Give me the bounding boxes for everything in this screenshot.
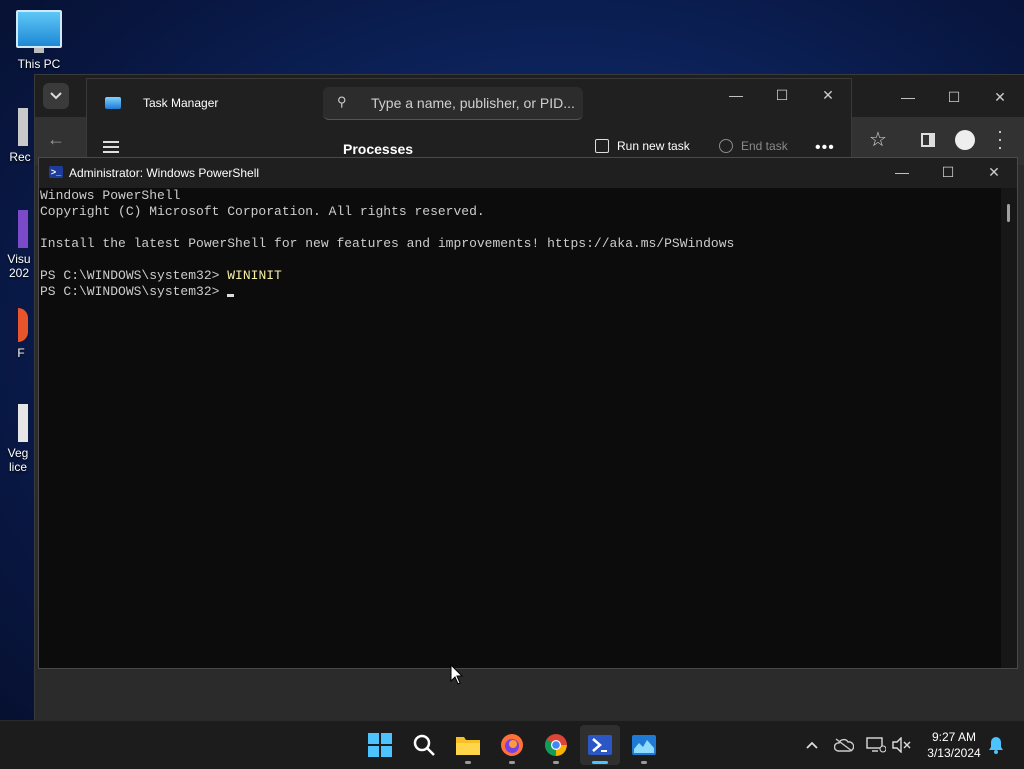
console-line: Copyright (C) Microsoft Corporation. All… — [40, 204, 485, 219]
console-line: Install the latest PowerShell for new fe… — [40, 236, 735, 251]
running-indicator — [553, 761, 559, 764]
firefox-icon — [501, 734, 523, 756]
chevron-up-icon — [806, 741, 818, 749]
hamburger-menu-icon[interactable] — [103, 141, 119, 153]
desktop-icon-label: This PC — [17, 57, 61, 71]
task-manager-search-input[interactable]: ⚲ Type a name, publisher, or PID... — [323, 87, 583, 120]
notification-bell-icon[interactable] — [984, 733, 1008, 757]
chrome-icon — [545, 734, 567, 756]
browser-menu-icon[interactable]: · · · — [997, 122, 1003, 156]
monitor-icon — [16, 10, 62, 48]
powershell-close-button[interactable]: ✕ — [971, 157, 1017, 187]
document-icon — [18, 404, 28, 442]
browser-maximize-button[interactable]: ☐ — [931, 81, 977, 113]
network-icon[interactable] — [864, 733, 888, 757]
running-indicator — [641, 761, 647, 764]
command-text: WININIT — [227, 268, 282, 283]
tab-list-dropdown-button[interactable] — [43, 83, 69, 109]
mouse-cursor-icon — [450, 664, 464, 685]
more-options-icon[interactable]: ••• — [815, 139, 835, 157]
windows-start-icon — [368, 733, 392, 757]
onedrive-icon[interactable] — [832, 733, 856, 757]
powershell-console[interactable]: Windows PowerShell Copyright (C) Microso… — [39, 188, 1001, 668]
taskbar-chrome[interactable] — [536, 725, 576, 765]
task-manager-icon — [632, 735, 656, 755]
powershell-minimize-button[interactable]: — — [879, 157, 925, 187]
task-manager-title: Task Manager — [143, 96, 219, 110]
clock-date: 3/13/2024 — [927, 746, 981, 760]
block-icon — [719, 139, 733, 153]
run-new-task-button[interactable]: Run new task — [595, 139, 690, 153]
taskbar-powershell[interactable] — [580, 725, 620, 765]
console-prompt-line: PS C:\WINDOWS\system32> — [40, 284, 1001, 300]
powershell-titlebar[interactable]: >_ Administrator: Windows PowerShell — ☐… — [39, 158, 1017, 188]
text-cursor — [227, 294, 235, 297]
start-button[interactable] — [360, 725, 400, 765]
sidebar-toggle-icon[interactable] — [921, 133, 935, 147]
search-icon — [413, 734, 435, 756]
console-scrollbar[interactable] — [1001, 188, 1017, 668]
visual-studio-icon — [18, 210, 28, 248]
show-hidden-icons-button[interactable] — [800, 733, 824, 757]
browser-close-button[interactable]: ✕ — [977, 81, 1023, 113]
active-indicator — [592, 761, 608, 764]
recycle-bin-icon — [18, 108, 28, 146]
browser-minimize-button[interactable]: — — [885, 81, 931, 113]
end-task-button[interactable]: End task — [719, 139, 788, 153]
powershell-icon — [588, 735, 612, 755]
powershell-app-icon: >_ — [49, 166, 63, 178]
profile-avatar-icon[interactable] — [955, 130, 975, 150]
volume-muted-icon[interactable] — [890, 733, 914, 757]
taskbar-task-manager[interactable] — [624, 725, 664, 765]
firefox-shortcut-icon — [18, 308, 28, 342]
clock[interactable]: 9:27 AM 3/13/2024 — [918, 729, 990, 761]
back-button[interactable]: ← — [47, 129, 65, 150]
running-indicator — [465, 761, 471, 764]
powershell-title: Administrator: Windows PowerShell — [69, 166, 260, 180]
chevron-down-icon — [50, 92, 62, 100]
folder-icon — [456, 737, 480, 755]
powershell-window: >_ Administrator: Windows PowerShell — ☐… — [38, 157, 1018, 669]
desktop-icon-this-pc[interactable]: This PC — [4, 10, 74, 71]
console-prompt-line: PS C:\WINDOWS\system32> WININIT — [40, 268, 1001, 284]
clock-time: 9:27 AM — [931, 730, 977, 744]
taskbar-file-explorer[interactable] — [448, 725, 488, 765]
task-manager-app-icon — [105, 97, 121, 109]
taskbar-firefox[interactable] — [492, 725, 532, 765]
task-manager-close-button[interactable]: ✕ — [805, 79, 851, 111]
search-placeholder: Type a name, publisher, or PID... — [371, 95, 575, 111]
powershell-maximize-button[interactable]: ☐ — [925, 157, 971, 187]
running-indicator — [509, 761, 515, 764]
prompt: PS C:\WINDOWS\system32> — [40, 268, 228, 283]
scrollbar-thumb[interactable] — [1007, 204, 1010, 222]
prompt: PS C:\WINDOWS\system32> — [40, 284, 228, 299]
search-icon: ⚲ — [337, 94, 347, 109]
console-line: Windows PowerShell — [40, 188, 181, 203]
taskbar-search-button[interactable] — [404, 725, 444, 765]
task-manager-maximize-button[interactable]: ☐ — [759, 79, 805, 111]
processes-heading: Processes — [343, 141, 414, 157]
taskbar: 9:27 AM 3/13/2024 — [0, 720, 1024, 769]
run-task-icon — [595, 139, 609, 153]
task-manager-minimize-button[interactable]: — — [713, 79, 759, 111]
bookmark-star-icon[interactable]: ☆ — [869, 127, 887, 152]
